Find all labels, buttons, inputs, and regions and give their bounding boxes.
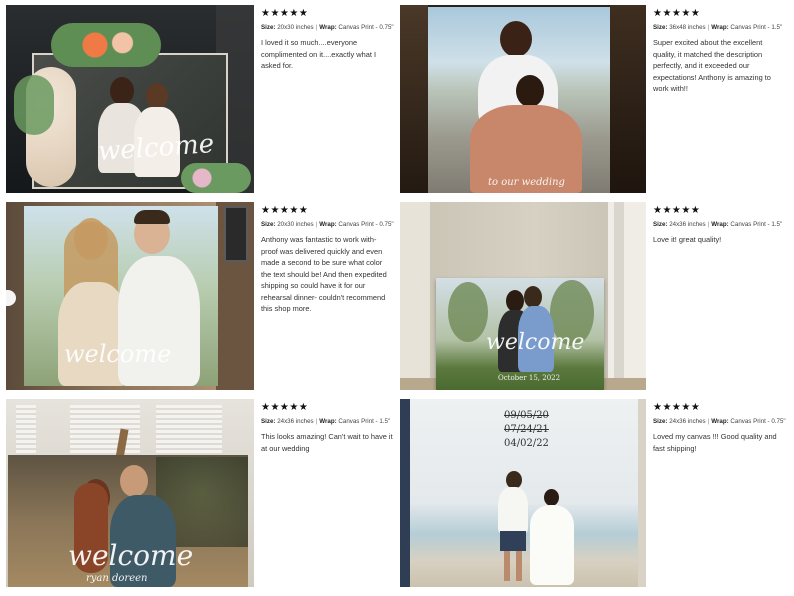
review-photo[interactable]: welcome ryan doreen [6, 399, 254, 587]
review-text: Loved my canvas !!! Good quality and fas… [653, 432, 777, 453]
wrap-value: Canvas Print - 1.5" [338, 418, 391, 425]
star-rating-icon: ★★★★★ [261, 402, 309, 413]
review-text: This looks amazing! Can't wait to have i… [261, 432, 393, 453]
review-meta: Size: 36x48 inches | Wrap: Canvas Print - … [653, 23, 787, 32]
size-value: 36x48 inches [669, 24, 706, 31]
review-photo[interactable]: 09/05/20 07/24/21 04/02/22 [400, 399, 646, 587]
size-label: Size: [653, 24, 668, 31]
review-card: welcome ★★★★★ Size: 20x30 inches | Wrap: C… [0, 197, 397, 394]
wrap-label: Wrap: [711, 24, 729, 31]
star-rating-icon: ★★★★★ [653, 205, 701, 216]
review-card: welcome ryan doreen ★★★★★ Size: 24x36 in… [0, 394, 397, 591]
review-photo[interactable]: welcome [6, 5, 254, 193]
star-rating-icon: ★★★★★ [653, 8, 701, 19]
struck-date: 09/05/20 [504, 410, 549, 421]
review-meta: Size: 24x36 inches | Wrap: Canvas Print - … [653, 220, 787, 229]
review-text: I loved it so much....everyone complimen… [261, 38, 377, 70]
review-card: 09/05/20 07/24/21 04/02/22 ★★★★★ Size: 2… [397, 394, 794, 591]
photo-date: October 15, 2022 [498, 374, 561, 382]
review-meta: Size: 20x30 inches | Wrap: Canvas Print - … [261, 220, 394, 229]
review-meta: Size: 24x36 inches | Wrap: Canvas Print - … [653, 417, 787, 426]
wrap-label: Wrap: [319, 418, 337, 425]
review-info: ★★★★★ Size: 36x48 inches | Wrap: Canvas Pr… [653, 8, 787, 95]
size-value: 20x30 inches [277, 24, 314, 31]
photo-welcome-script: welcome [486, 330, 585, 355]
wrap-value: Canvas Print - 0.75" [338, 24, 394, 31]
wrap-label: Wrap: [319, 24, 337, 31]
size-value: 20x30 inches [277, 221, 314, 228]
wrap-label: Wrap: [711, 418, 729, 425]
review-card: to our wedding ★★★★★ Size: 36x48 inches |… [397, 0, 794, 197]
review-info: ★★★★★ Size: 20x30 inches | Wrap: Canvas Pr… [261, 205, 394, 315]
wrap-label: Wrap: [319, 221, 337, 228]
final-date: 04/02/22 [504, 438, 549, 449]
photo-caption: to our wedding [488, 177, 565, 188]
size-label: Size: [653, 221, 668, 228]
photo-names-script: ryan doreen [86, 573, 148, 584]
wrap-value: Canvas Print - 1.5" [730, 24, 783, 31]
review-text: Super excited about the excellent qualit… [653, 38, 771, 93]
review-photo[interactable]: welcome October 15, 2022 [400, 202, 646, 390]
review-card: welcome ★★★★★ Size: 20x30 inches | Wrap: C… [0, 0, 397, 197]
review-text: Love it! great quality! [653, 235, 722, 244]
review-info: ★★★★★ Size: 24x36 inches | Wrap: Canvas Pr… [653, 205, 787, 246]
review-meta: Size: 20x30 inches | Wrap: Canvas Print - … [261, 23, 394, 32]
size-label: Size: [261, 418, 276, 425]
review-photo[interactable]: to our wedding [400, 5, 646, 193]
review-photo[interactable]: welcome [6, 202, 254, 390]
wrap-value: Canvas Print - 1.5" [730, 221, 783, 228]
star-rating-icon: ★★★★★ [261, 8, 309, 19]
photo-welcome-script: welcome [64, 340, 172, 368]
wrap-value: Canvas Print - 0.75" [730, 418, 786, 425]
review-info: ★★★★★ Size: 20x30 inches | Wrap: Canvas Pr… [261, 8, 394, 72]
size-label: Size: [261, 24, 276, 31]
photo-welcome-script: welcome [68, 539, 194, 572]
size-value: 24x36 inches [669, 221, 706, 228]
review-meta: Size: 24x36 inches | Wrap: Canvas Print - … [261, 417, 393, 426]
wrap-label: Wrap: [711, 221, 729, 228]
star-rating-icon: ★★★★★ [261, 205, 309, 216]
size-value: 24x36 inches [277, 418, 314, 425]
date-stack: 09/05/20 07/24/21 04/02/22 [504, 409, 549, 451]
struck-date: 07/24/21 [504, 424, 549, 435]
review-info: ★★★★★ Size: 24x36 inches | Wrap: Canvas Pr… [261, 402, 393, 454]
wrap-value: Canvas Print - 0.75" [338, 221, 394, 228]
review-text: Anthony was fantastic to work with- proo… [261, 235, 387, 313]
size-label: Size: [261, 221, 276, 228]
size-label: Size: [653, 418, 668, 425]
size-value: 24x36 inches [669, 418, 706, 425]
review-info: ★★★★★ Size: 24x36 inches | Wrap: Canvas Pr… [653, 402, 787, 454]
review-card: welcome October 15, 2022 ★★★★★ Size: 24x… [397, 197, 794, 394]
star-rating-icon: ★★★★★ [653, 402, 701, 413]
